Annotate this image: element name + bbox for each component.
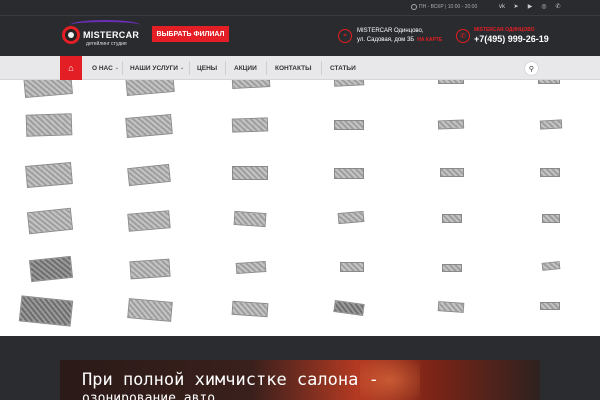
gallery-tile[interactable] xyxy=(28,255,74,283)
nav-label-prices: ЦЕНЫ xyxy=(197,64,218,72)
gallery-tile[interactable] xyxy=(540,302,560,310)
gallery-tile[interactable] xyxy=(442,214,462,223)
gallery-tile[interactable] xyxy=(542,214,560,223)
gallery-tile[interactable] xyxy=(334,168,364,179)
gallery-tile[interactable] xyxy=(437,119,465,130)
nav-item-about[interactable]: О НАС ⌄ xyxy=(92,56,119,80)
home-button[interactable]: ⌂ xyxy=(60,56,82,80)
gallery-tile[interactable] xyxy=(540,168,560,177)
gallery-tile[interactable] xyxy=(25,162,73,188)
nav-separator xyxy=(225,61,226,75)
header-divider xyxy=(0,15,600,16)
home-icon: ⌂ xyxy=(68,63,74,73)
instagram-icon[interactable]: ◎ xyxy=(540,3,548,10)
gallery-tile[interactable] xyxy=(125,80,175,97)
youtube-icon[interactable]: ▶ xyxy=(526,3,534,10)
map-link[interactable]: НА КАРТЕ xyxy=(417,37,442,43)
nav-separator xyxy=(189,61,190,75)
gallery-tile[interactable] xyxy=(438,80,464,84)
gallery-tile[interactable] xyxy=(539,119,563,130)
phone-branch-label: MISTERCAR ОДИНЦОВО xyxy=(474,27,535,33)
choose-branch-button[interactable]: ВЫБРАТЬ ФИЛИАЛ xyxy=(152,26,229,42)
telegram-icon[interactable]: ➤ xyxy=(512,3,520,10)
gallery-tile[interactable] xyxy=(437,301,465,313)
nav-label-promotions: АКЦИИ xyxy=(234,64,257,72)
gallery-tile[interactable] xyxy=(231,300,269,318)
nav-item-prices[interactable]: ЦЕНЫ xyxy=(197,56,217,80)
top-header: ПН - ВСКР | 10:00 - 20:00 vk ➤ ▶ ◎ ✆ MIS… xyxy=(0,0,600,56)
gallery-tile[interactable] xyxy=(233,210,267,228)
nav-label-articles: СТАТЬИ xyxy=(330,64,356,72)
gallery-tile[interactable] xyxy=(232,166,268,180)
nav-item-articles[interactable]: СТАТЬИ xyxy=(330,56,356,80)
vk-icon[interactable]: vk xyxy=(498,4,506,10)
gallery-tile[interactable] xyxy=(538,80,560,84)
nav-item-contacts[interactable]: КОНТАКТЫ xyxy=(275,56,311,80)
location-pin-icon: ⌖ xyxy=(338,29,352,43)
site-logo[interactable]: MISTERCAR детейлинг студия xyxy=(60,20,142,50)
gallery-tile[interactable] xyxy=(23,80,73,99)
main-nav: ⌂ О НАС ⌄ НАШИ УСЛУГИ ⌄ ЦЕНЫ АКЦИИ КОНТА… xyxy=(0,56,600,80)
social-links: vk ➤ ▶ ◎ ✆ xyxy=(498,3,562,11)
nav-separator xyxy=(266,61,267,75)
gallery-tile[interactable] xyxy=(125,114,173,138)
gallery-tile[interactable] xyxy=(440,168,464,177)
gallery-tile[interactable] xyxy=(333,299,365,317)
gallery-tile[interactable] xyxy=(127,210,171,232)
logo-swoosh xyxy=(70,20,140,30)
gallery-tile[interactable] xyxy=(26,207,74,235)
phone-number[interactable]: +7(495) 999-26-19 xyxy=(474,34,549,44)
search-button[interactable]: ⚲ xyxy=(524,61,539,76)
nav-item-promotions[interactable]: АКЦИИ xyxy=(234,56,257,80)
nav-label-about: О НАС xyxy=(92,64,113,72)
chevron-down-icon: ⌄ xyxy=(179,65,185,71)
logo-subtitle: детейлинг студия xyxy=(86,41,127,47)
nav-separator xyxy=(321,61,322,75)
address-line-2: ул. Садовая, дом 3Б НА КАРТЕ xyxy=(357,37,442,43)
working-hours-text: ПН - ВСКР | 10:00 - 20:00 xyxy=(419,4,478,10)
gallery-tile[interactable] xyxy=(541,261,561,271)
nav-label-contacts: КОНТАКТЫ xyxy=(275,64,312,72)
gallery-tile[interactable] xyxy=(235,260,267,275)
nav-separator xyxy=(122,61,123,75)
gallery-tile[interactable] xyxy=(231,117,269,133)
clock-icon xyxy=(411,4,417,10)
gallery-tile[interactable] xyxy=(337,210,365,225)
gallery-tile[interactable] xyxy=(127,298,173,322)
working-hours: ПН - ВСКР | 10:00 - 20:00 xyxy=(411,4,477,10)
nav-label-services: НАШИ УСЛУГИ xyxy=(130,64,178,72)
promo-banner-title: При полной химчистке салона - xyxy=(82,370,379,390)
gallery-tile[interactable] xyxy=(18,295,74,327)
gallery-tile[interactable] xyxy=(334,120,364,130)
address-line-1: MISTERCAR Одинцово, xyxy=(357,28,424,34)
nav-item-services[interactable]: НАШИ УСЛУГИ ⌄ xyxy=(130,56,184,80)
search-icon: ⚲ xyxy=(528,65,535,73)
logo-name: MISTERCAR xyxy=(83,30,140,40)
promo-banner-subtitle: озонирование авто xyxy=(82,391,216,400)
gallery-tile[interactable] xyxy=(127,163,171,187)
phone-icon: ✆ xyxy=(456,29,470,43)
photo-gallery xyxy=(0,80,600,336)
gallery-tile[interactable] xyxy=(333,80,365,87)
gallery-tile[interactable] xyxy=(129,258,171,280)
address-street: ул. Садовая, дом 3Б xyxy=(357,37,415,43)
chevron-down-icon: ⌄ xyxy=(114,65,119,71)
promo-banner[interactable]: При полной химчистке салона - озонирован… xyxy=(60,360,540,400)
gallery-tile[interactable] xyxy=(231,80,271,89)
gallery-tile[interactable] xyxy=(25,113,73,137)
wheel-icon xyxy=(62,26,80,44)
whatsapp-icon[interactable]: ✆ xyxy=(554,3,562,10)
gallery-tile[interactable] xyxy=(340,262,364,272)
gallery-tile[interactable] xyxy=(442,264,462,272)
